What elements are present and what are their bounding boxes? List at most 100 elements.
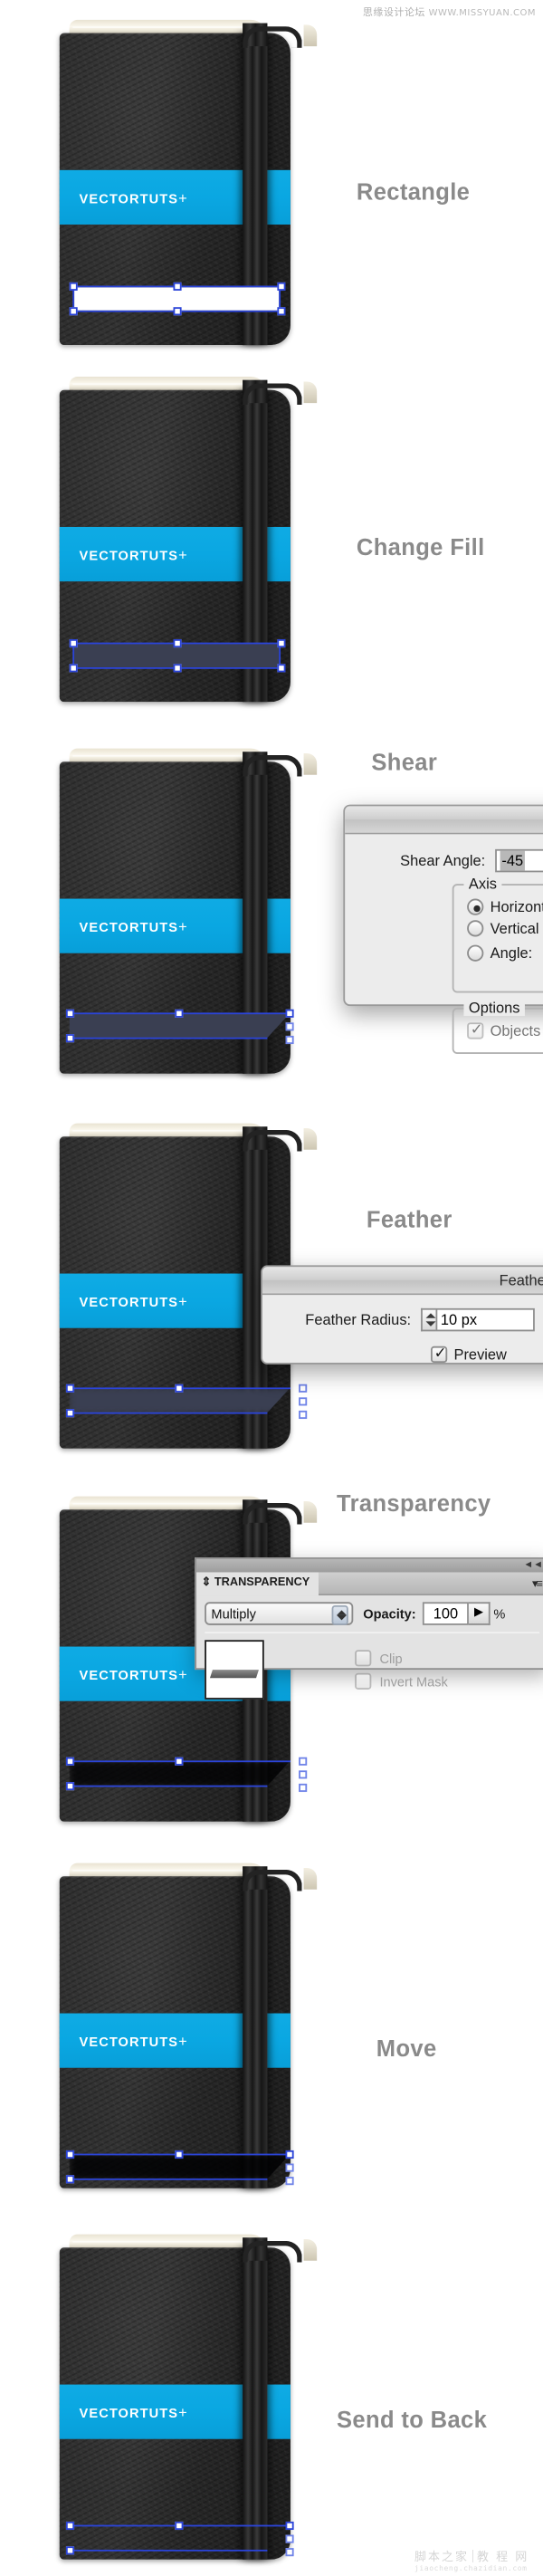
feather-radius-stepper[interactable] [421,1307,436,1332]
checkbox-preview-icon[interactable] [430,1345,448,1364]
thumbnail-shape [209,1670,259,1679]
shear-angle-input[interactable]: -45 [495,848,543,873]
panel-tab-bar[interactable]: ⇕ TRANSPARENCY ▾≡ [196,1571,543,1596]
opacity-input[interactable]: 100 [422,1602,469,1625]
selection-handle[interactable] [65,1409,75,1418]
selection-handle[interactable] [299,1384,308,1393]
selection-handle[interactable] [175,2521,184,2531]
selection-handle[interactable] [285,2150,294,2159]
blend-mode-select[interactable]: Multiply [205,1602,354,1625]
selection-handle[interactable] [65,2175,75,2184]
selection-edge[interactable] [69,2178,268,2180]
selection-handle[interactable] [173,307,182,316]
selection-handle[interactable] [65,2546,75,2555]
clip-row[interactable]: Clip [355,1650,448,1667]
checkbox-clip-icon[interactable] [355,1650,372,1667]
selection-handle[interactable] [65,2521,75,2531]
selection-handle[interactable] [69,282,78,291]
selection-handle[interactable] [175,2150,184,2159]
shear-axis-horizontal-row[interactable]: Horizontal [467,898,543,915]
notebook-illustration: VECTORTUTS+ [59,2234,318,2560]
shear-angle-label: Shear Angle: [400,852,486,869]
panel-menu-icon[interactable]: ▾≡ [532,1577,543,1591]
selection-handle[interactable] [69,307,78,316]
step-label-feather: Feather [366,1205,452,1232]
collapse-icon[interactable]: ◄◄ [523,1561,543,1571]
selection-edge[interactable] [69,1037,268,1039]
selection-handle[interactable] [285,2521,294,2531]
chevron-updown-icon[interactable] [331,1604,348,1625]
selection-handle[interactable] [299,1410,308,1420]
selection-handle[interactable] [173,638,182,648]
radio-horizontal-icon[interactable] [467,898,484,915]
shear-dialog-title: Shear [345,806,543,835]
book-band-hook [243,1502,302,1525]
selection-handle[interactable] [65,1757,75,1766]
notebook-illustration: VECTORTUTS+ [59,1123,318,1449]
selection-handle[interactable] [285,2548,294,2557]
book-elastic-band [243,2237,268,2560]
feather-dialog-title: Feather [262,1267,543,1296]
selection-handle[interactable] [299,1757,308,1766]
step-change-fill: VECTORTUTS+ Change Fill [0,377,543,707]
selection-handle[interactable] [277,664,286,673]
invert-mask-row[interactable]: Invert Mask [355,1672,448,1690]
opacity-slider-arrow-icon[interactable]: ▶ [468,1602,491,1625]
step-transparency: VECTORTUTS+ Transparency ◄◄ ⇕ TRANSPAREN… [0,1483,543,1838]
book-brand-label: VECTORTUTS+ [79,188,188,206]
selection-handle[interactable] [285,2534,294,2543]
selection-handle[interactable] [277,307,286,316]
transparency-thumbnail[interactable] [205,1640,264,1700]
selection-handle[interactable] [65,2150,75,2159]
selection-handle[interactable] [285,1022,294,1031]
step-feather: VECTORTUTS+ Feather Feather [0,1110,543,1457]
tutorial-page: 思缘设计论坛 WWW.MISSYUAN.COM VECTORTUTS+ Rect… [0,0,543,2576]
selection-handle[interactable] [65,1034,75,1043]
checkbox-invert-mask-icon[interactable] [355,1672,372,1690]
selection-handle[interactable] [277,282,286,291]
selection-handle[interactable] [299,1397,308,1406]
shear-axis-vertical-row[interactable]: Vertical [467,920,543,937]
selection-handle[interactable] [299,1783,308,1793]
book-band-hook [243,1129,302,1152]
shear-axis-angle-row[interactable]: Angle: 0 ° [467,942,543,965]
tab-transparency[interactable]: ⇕ TRANSPARENCY [196,1571,319,1595]
book-page-edge [303,24,318,47]
selection-handle[interactable] [173,282,182,291]
selection-handle[interactable] [299,1770,308,1779]
selection-handle[interactable] [69,638,78,648]
selection-handle[interactable] [277,638,286,648]
selection-handle[interactable] [285,1035,294,1045]
transparency-panel[interactable]: ◄◄ ⇕ TRANSPARENCY ▾≡ Multiply Opacity: 1… [195,1557,543,1700]
selection-handle[interactable] [175,1757,184,1766]
selection-handle[interactable] [69,664,78,673]
selection-handle[interactable] [173,664,182,673]
book-band-hook [243,26,302,48]
selection-handle[interactable] [285,1009,294,1018]
feather-radius-input[interactable]: 10 px [435,1307,535,1332]
selection-edge[interactable] [69,1412,268,1414]
selection-handle[interactable] [175,1384,184,1393]
checkbox-objects-icon[interactable] [467,1022,484,1039]
selection-edge[interactable] [69,2549,268,2552]
shear-axis-group: Axis Horizontal Vertical Angle: [452,876,543,993]
selection-handle[interactable] [65,1384,75,1393]
panel-drag-handle[interactable]: ◄◄ [196,1558,543,1573]
selection-handle[interactable] [175,1009,184,1018]
book-brand-label: VECTORTUTS+ [79,545,188,563]
radio-angle-icon[interactable] [467,944,484,962]
book-band-hook [243,1869,302,1891]
selection-handle[interactable] [65,1782,75,1791]
step-rectangle: VECTORTUTS+ Rectangle [0,0,543,355]
bottom-watermark-cn-left: 脚本之家 [414,2551,470,2564]
radio-vertical-icon[interactable] [467,920,484,937]
selection-handle[interactable] [285,2177,294,2186]
book-band-hook [243,2240,302,2263]
bottom-watermark-url: jiaocheng.chazidian.com [414,2564,528,2572]
selection-handle[interactable] [65,1009,75,1018]
selection-handle[interactable] [285,2163,294,2172]
selection-edge[interactable] [69,1785,268,1787]
book-page-edge [303,381,318,404]
feather-dialog[interactable]: Feather Feather Radius: 10 px OK Preview… [261,1265,543,1365]
shear-dialog[interactable]: Shear Shear Angle: -45 ° OK Axis Hor [343,804,543,1054]
